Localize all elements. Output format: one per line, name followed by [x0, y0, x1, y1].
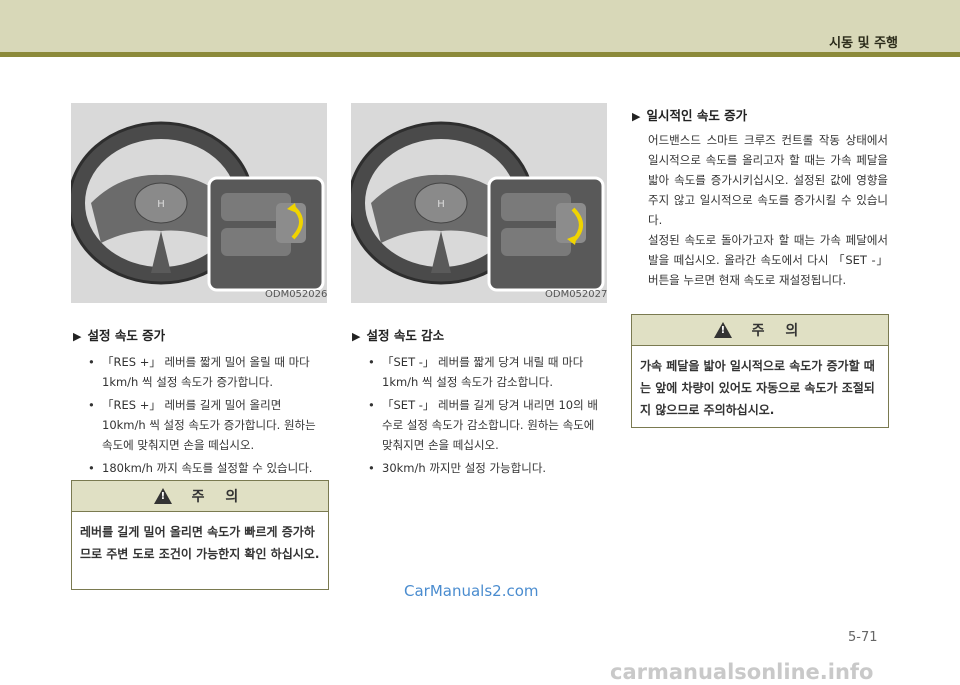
caution-text: 레버를 길게 밀어 올리면 속도가 빠르게 증가하므로 주변 도로 조건이 가능… [80, 525, 320, 561]
triangle-bullet-icon: ▶ [73, 330, 82, 343]
steering-wheel-photo-increase: H [71, 103, 327, 303]
triangle-bullet-icon: ▶ [352, 330, 361, 343]
paragraph: 설정된 속도로 돌아가고자 할 때는 가속 페달에서 발을 떼십시오. 올라간 … [648, 233, 888, 287]
watermark: CarManuals2.com [404, 582, 539, 600]
warning-icon [713, 322, 732, 338]
caution-box: 주 의 레버를 길게 밀어 올리면 속도가 빠르게 증가하므로 주변 도로 조건… [71, 480, 329, 590]
triangle-bullet-icon: ▶ [632, 110, 641, 123]
heading-speed-increase: ▶ 설정 속도 증가 [73, 328, 166, 343]
list-item: 「SET -」 레버를 짧게 당겨 내릴 때 마다 1km/h 씩 설정 속도가… [368, 352, 608, 392]
list-item: 「RES +」 레버를 길게 밀어 올리면 10km/h 씩 설정 속도가 증가… [88, 395, 328, 455]
bullet-list-increase: 「RES +」 레버를 짧게 밀어 올릴 때 마다 1km/h 씩 설정 속도가… [88, 352, 328, 481]
list-item: 「RES +」 레버를 짧게 밀어 올릴 때 마다 1km/h 씩 설정 속도가… [88, 352, 328, 392]
page-header [0, 0, 960, 52]
warning-icon [153, 488, 172, 504]
heading-speed-decrease: ▶ 설정 속도 감소 [352, 328, 445, 343]
heading-temporary-increase: ▶ 일시적인 속도 증가 [632, 108, 748, 123]
caution-text: 가속 페달을 밟아 일시적으로 속도가 증가할 때는 앞에 차량이 있어도 자동… [640, 359, 875, 417]
svg-text:H: H [157, 199, 165, 210]
caution-box: 주 의 가속 페달을 밟아 일시적으로 속도가 증가할 때는 앞에 차량이 있어… [631, 314, 889, 428]
caution-header: 주 의 [632, 315, 888, 346]
list-item: 30km/h 까지만 설정 가능합니다. [368, 458, 608, 478]
svg-text:H: H [437, 199, 445, 210]
figure-code: ODM052027 [545, 289, 608, 300]
bullet-list-decrease: 「SET -」 레버를 짧게 당겨 내릴 때 마다 1km/h 씩 설정 속도가… [368, 352, 608, 481]
caution-header: 주 의 [72, 481, 328, 512]
paragraph: 어드밴스드 스마트 크루즈 컨트롤 작동 상태에서 일시적으로 속도를 올리고자… [648, 133, 888, 227]
list-item: 180km/h 까지 속도를 설정할 수 있습니다. [88, 458, 328, 478]
page-number: 5-71 [848, 630, 878, 645]
steering-wheel-photo-decrease: H [351, 103, 607, 303]
figure-code: ODM052026 [265, 289, 328, 300]
footer-watermark: carmanualsonline.info [610, 660, 874, 684]
list-item: 「SET -」 레버를 길게 당겨 내리면 10의 배수로 설정 속도가 감소합… [368, 395, 608, 455]
header-rule [0, 52, 960, 57]
section-title: 시동 및 주행 [829, 36, 898, 51]
